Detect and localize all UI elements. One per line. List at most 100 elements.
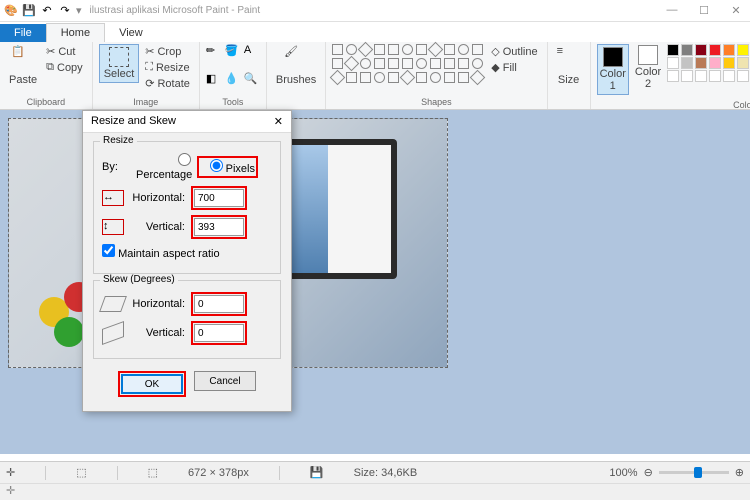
ok-button[interactable]: OK [121, 374, 183, 394]
eraser-icon[interactable]: ◧ [206, 72, 222, 85]
shape-cell[interactable] [332, 44, 343, 55]
shape-cell[interactable] [374, 44, 385, 55]
color-swatch[interactable] [681, 70, 693, 82]
shape-fill-button[interactable]: ◆Fill [488, 60, 540, 75]
undo-icon[interactable]: ↶ [40, 4, 54, 18]
radio-pixels[interactable]: Pixels [200, 159, 255, 175]
shape-cell[interactable] [400, 70, 416, 86]
shape-cell[interactable] [388, 72, 399, 83]
shape-cell[interactable] [388, 58, 399, 69]
skew-vertical-input[interactable] [194, 324, 244, 342]
shape-cell[interactable] [414, 56, 430, 72]
minimize-button[interactable]: — [662, 4, 682, 17]
shape-cell[interactable] [402, 58, 413, 69]
color-swatch[interactable] [723, 44, 735, 56]
zoom-in-button[interactable]: ⊕ [735, 466, 744, 479]
tab-view[interactable]: View [105, 24, 157, 42]
color-swatch[interactable] [709, 70, 721, 82]
shape-cell[interactable] [346, 44, 357, 55]
shape-cell[interactable] [472, 58, 483, 69]
cut-button[interactable]: ✂Cut [43, 44, 86, 59]
shape-cell[interactable] [458, 72, 469, 83]
resize-button[interactable]: ⛶Resize [142, 60, 193, 75]
color-swatch[interactable] [723, 57, 735, 69]
horizontal-scrollbar[interactable]: ✛ [0, 483, 750, 500]
illustration-disc [54, 317, 84, 347]
shape-cell[interactable] [458, 58, 469, 69]
select-button[interactable]: Select [99, 44, 140, 83]
shape-cell[interactable] [416, 72, 427, 83]
save-icon[interactable]: 💾 [22, 4, 36, 18]
color-swatch[interactable] [667, 70, 679, 82]
maximize-button[interactable]: ☐ [694, 4, 714, 17]
shape-cell[interactable] [472, 44, 483, 55]
shape-cell[interactable] [346, 72, 357, 83]
shape-cell[interactable] [444, 44, 455, 55]
shape-cell[interactable] [430, 72, 441, 83]
text-icon[interactable]: A [244, 44, 260, 56]
color-palette[interactable] [667, 44, 750, 82]
shape-cell[interactable] [444, 58, 455, 69]
size-button[interactable]: ≡Size [554, 44, 584, 87]
color-swatch[interactable] [681, 44, 693, 56]
shape-cell[interactable] [330, 70, 346, 86]
shapes-gallery[interactable] [332, 44, 485, 85]
color-swatch[interactable] [667, 57, 679, 69]
color-swatch[interactable] [709, 44, 721, 56]
resize-horizontal-input[interactable] [194, 189, 244, 207]
cut-icon: ✂ [46, 45, 55, 58]
color1-button[interactable]: Color 1 [597, 44, 629, 95]
skew-horizontal-input[interactable] [194, 295, 244, 313]
tab-file[interactable]: File [0, 24, 46, 42]
redo-icon[interactable]: ↷ [58, 4, 72, 18]
cancel-button[interactable]: Cancel [194, 371, 256, 391]
shape-cell[interactable] [388, 44, 399, 55]
close-button[interactable]: ✕ [726, 4, 746, 17]
qat-dropdown-icon[interactable]: ▾ [76, 4, 82, 17]
color-swatch[interactable] [737, 44, 749, 56]
picker-icon[interactable]: 💧 [225, 72, 241, 85]
shape-outline-button[interactable]: ◇Outline [488, 44, 540, 59]
shape-cell[interactable] [470, 70, 486, 86]
copy-button[interactable]: ⧉Copy [43, 60, 86, 75]
shape-cell[interactable] [332, 58, 343, 69]
color-swatch[interactable] [737, 57, 749, 69]
shape-cell[interactable] [374, 58, 385, 69]
color-swatch[interactable] [723, 70, 735, 82]
shape-cell[interactable] [416, 44, 427, 55]
zoom-slider[interactable] [659, 471, 729, 474]
brushes-button[interactable]: 🖌Brushes [273, 44, 319, 87]
color2-button[interactable]: Color 2 [632, 44, 664, 91]
shape-cell[interactable] [428, 42, 444, 58]
zoom-icon[interactable]: 🔍 [244, 72, 260, 85]
color-swatch[interactable] [695, 57, 707, 69]
pencil-icon[interactable]: ✏ [206, 44, 222, 57]
shape-cell[interactable] [374, 72, 385, 83]
shape-cell[interactable] [430, 58, 441, 69]
color-swatch[interactable] [709, 57, 721, 69]
zoom-out-button[interactable]: ⊖ [644, 466, 653, 479]
radio-percentage[interactable]: Percentage [136, 153, 191, 181]
shape-cell[interactable] [444, 72, 455, 83]
color-swatch[interactable] [681, 57, 693, 69]
aspect-ratio-checkbox[interactable]: Maintain aspect ratio [102, 244, 220, 260]
shape-cell[interactable] [402, 44, 413, 55]
shape-cell[interactable] [344, 56, 360, 72]
shape-cell[interactable] [358, 42, 374, 58]
color-swatch[interactable] [695, 44, 707, 56]
fill-icon[interactable]: 🪣 [225, 44, 241, 57]
shape-cell[interactable] [360, 72, 371, 83]
color-swatch[interactable] [695, 70, 707, 82]
crop-button[interactable]: ✂Crop [142, 44, 193, 59]
rotate-button[interactable]: ⟳Rotate [142, 76, 193, 91]
shape-cell[interactable] [458, 44, 469, 55]
color-swatch[interactable] [667, 44, 679, 56]
color-swatch[interactable] [737, 70, 749, 82]
paste-button[interactable]: 📋Paste [6, 44, 40, 87]
tab-home[interactable]: Home [46, 23, 105, 42]
app-icon: 🎨 [4, 4, 18, 18]
shape-cell[interactable] [360, 58, 371, 69]
dialog-close-icon[interactable]: ✕ [274, 115, 283, 128]
resize-vertical-input[interactable] [194, 218, 244, 236]
filesize-icon: 💾 [310, 466, 324, 479]
